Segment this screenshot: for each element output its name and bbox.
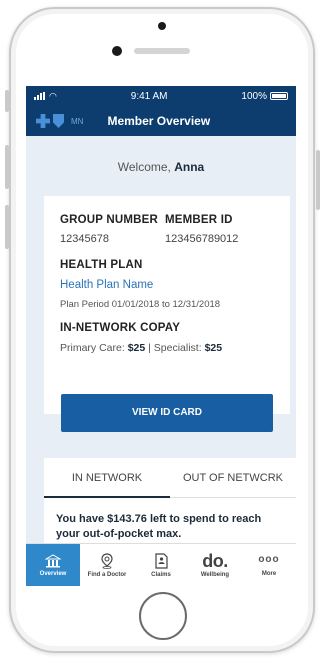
battery-percent: 100% <box>241 90 267 102</box>
claims-document-icon <box>154 552 168 569</box>
member-id-value: 123456789012 <box>165 233 239 245</box>
health-plan-link[interactable]: Health Plan Name <box>60 279 274 291</box>
tab-in-network[interactable]: IN NETWORK <box>44 458 170 498</box>
primary-care-value: $25 <box>127 342 146 354</box>
primary-care-label: Primary Care: <box>60 342 128 354</box>
nav-claims[interactable]: Claims <box>134 544 188 586</box>
shield-icon <box>53 114 64 128</box>
nav-wellbeing[interactable]: do. Wellbeing <box>188 544 242 586</box>
home-button[interactable] <box>139 592 187 640</box>
app-header: MN Member Overview <box>26 106 296 136</box>
member-name: Anna <box>174 160 205 174</box>
front-camera-icon <box>112 46 122 56</box>
status-bar: ◠ 9:41 AM 100% <box>26 86 296 106</box>
spend-message: You have $143.76 left to spend to reach … <box>56 513 262 540</box>
tab-out-of-network[interactable]: OUT OF NETWCRK <box>170 458 296 497</box>
location-pin-icon <box>101 552 113 569</box>
wellbeing-logo: do. <box>202 551 228 571</box>
nav-overview[interactable]: Overview <box>26 544 80 586</box>
camera-icon <box>158 22 166 30</box>
brand-logo: MN <box>36 114 83 128</box>
cross-icon <box>36 114 50 128</box>
nav-label: Claims <box>151 571 171 578</box>
building-icon <box>45 553 61 567</box>
nav-label: More <box>261 570 277 577</box>
nav-more[interactable]: ooo More <box>242 544 296 586</box>
nav-label: Find a Doctor <box>87 571 127 578</box>
group-number-label: GROUP NUMBER <box>60 214 159 226</box>
status-time: 9:41 AM <box>130 90 168 102</box>
battery-icon <box>269 92 288 100</box>
specialist-label: | Specialist: <box>145 342 205 354</box>
health-plan-label: HEALTH PLAN <box>60 259 143 271</box>
page-title: Member Overview <box>107 114 211 128</box>
nav-label: Overview <box>39 570 67 577</box>
silent-switch <box>5 90 9 112</box>
copay-values: Primary Care: $25 | Specialist: $25 <box>60 342 274 354</box>
plan-period: Plan Period 01/01/2018 to 12/31/2018 <box>60 299 221 310</box>
wifi-icon: ◠ <box>49 90 57 101</box>
nav-label: Wellbeing <box>200 572 230 578</box>
volume-down-button <box>5 205 9 249</box>
state-label: MN <box>71 116 84 126</box>
nav-find-doctor[interactable]: Find a Doctor <box>80 544 134 586</box>
specialist-value: $25 <box>204 342 223 354</box>
power-button <box>316 150 320 210</box>
copay-label: IN-NETWORK COPAY <box>60 322 181 334</box>
member-id-label: MEMBER ID <box>165 214 233 226</box>
view-id-card-button[interactable]: VIEW ID CARD <box>61 394 273 432</box>
member-card: GROUP NUMBER 12345678 MEMBER ID 12345678… <box>44 196 290 414</box>
app-screen: ◠ 9:41 AM 100% MN Member Overview Welcom… <box>26 86 296 586</box>
volume-up-button <box>5 145 9 189</box>
speaker-grille <box>134 48 190 54</box>
more-dots-icon: ooo <box>258 553 280 565</box>
welcome-greeting: Welcome, <box>117 160 171 174</box>
network-tabs: IN NETWORK OUT OF NETWCRK <box>44 458 296 498</box>
signal-icon <box>34 92 45 100</box>
bottom-nav: Overview Find a Doctor Claims do. Wellbe… <box>26 543 296 586</box>
welcome-message: Welcome, Anna <box>26 136 296 196</box>
group-number-value: 12345678 <box>60 233 109 245</box>
